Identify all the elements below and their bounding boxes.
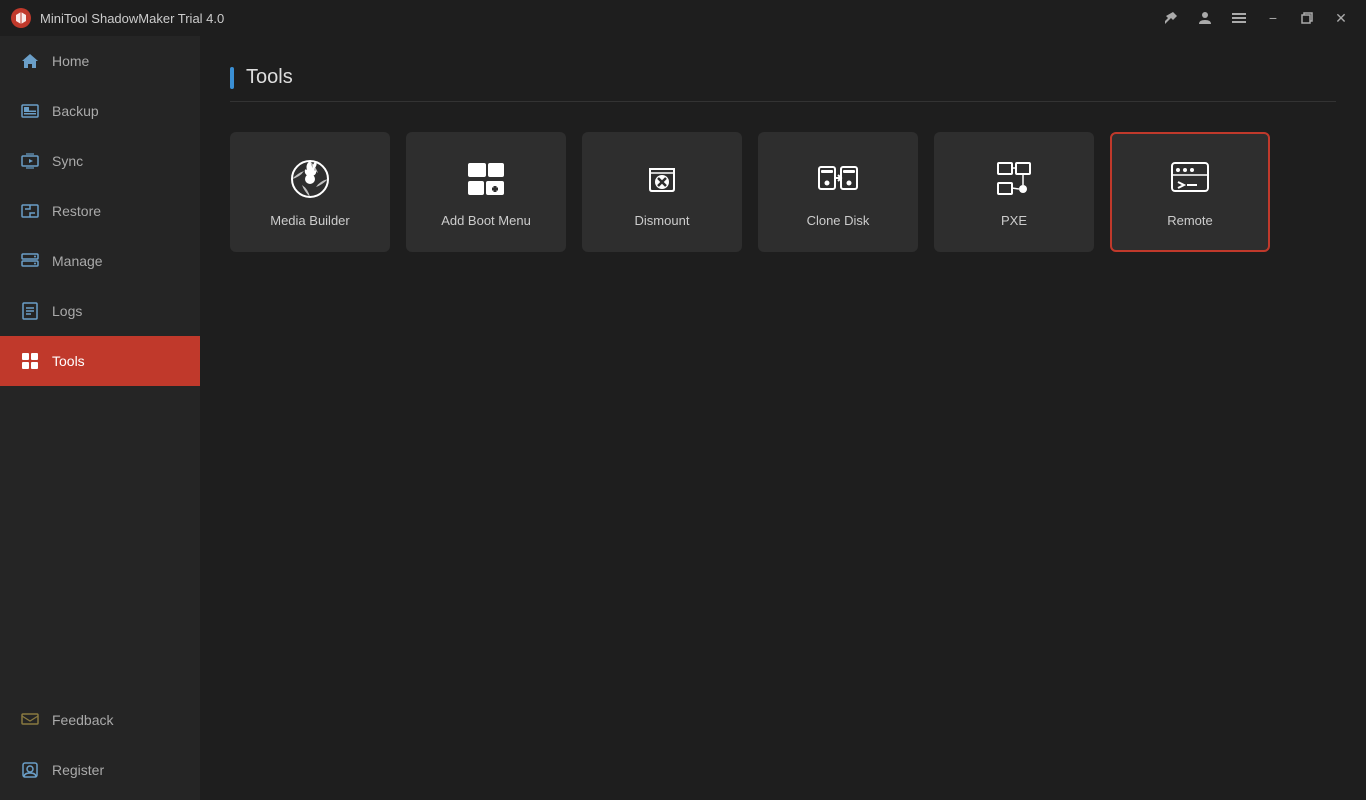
pin-button[interactable] xyxy=(1156,5,1186,31)
dismount-icon xyxy=(640,157,684,201)
tool-remote[interactable]: Remote xyxy=(1110,132,1270,252)
menu-button[interactable] xyxy=(1224,5,1254,31)
page-header: Tools xyxy=(230,66,1336,102)
sync-icon xyxy=(20,151,40,171)
clone-disk-icon xyxy=(816,157,860,201)
title-controls: − ✕ xyxy=(1156,5,1356,31)
feedback-icon xyxy=(20,710,40,730)
sidebar-item-manage[interactable]: Manage xyxy=(0,236,200,286)
sidebar-item-home[interactable]: Home xyxy=(0,36,200,86)
nav-spacer xyxy=(0,386,200,700)
titlebar: MiniTool ShadowMaker Trial 4.0 − xyxy=(0,0,1366,36)
tool-clone-disk[interactable]: Clone Disk xyxy=(758,132,918,252)
remote-icon xyxy=(1168,157,1212,201)
tools-icon xyxy=(20,351,40,371)
sidebar-label-feedback: Feedback xyxy=(52,712,113,728)
home-icon xyxy=(20,51,40,71)
register-icon xyxy=(20,760,40,780)
tool-label-pxe: PXE xyxy=(1001,213,1027,228)
media-builder-icon xyxy=(288,157,332,201)
tool-label-dismount: Dismount xyxy=(635,213,690,228)
add-boot-menu-icon xyxy=(464,157,508,201)
tool-media-builder[interactable]: Media Builder xyxy=(230,132,390,252)
sidebar-label-restore: Restore xyxy=(52,203,101,219)
sidebar-item-backup[interactable]: Backup xyxy=(0,86,200,136)
tool-label-clone-disk: Clone Disk xyxy=(807,213,870,228)
tool-pxe[interactable]: PXE xyxy=(934,132,1094,252)
tool-dismount[interactable]: Dismount xyxy=(582,132,742,252)
tools-grid: Media Builder Add Boot Menu xyxy=(230,132,1336,252)
sidebar-label-tools: Tools xyxy=(52,353,85,369)
minimize-button[interactable]: − xyxy=(1258,5,1288,31)
sidebar-item-feedback[interactable]: Feedback xyxy=(0,700,200,750)
app-title: MiniTool ShadowMaker Trial 4.0 xyxy=(40,11,1156,26)
tool-add-boot-menu[interactable]: Add Boot Menu xyxy=(406,132,566,252)
close-button[interactable]: ✕ xyxy=(1326,5,1356,31)
restore-icon xyxy=(20,201,40,221)
sidebar-label-register: Register xyxy=(52,762,104,778)
sidebar-item-register[interactable]: Register xyxy=(0,750,200,800)
sidebar-item-sync[interactable]: Sync xyxy=(0,136,200,186)
sidebar-item-logs[interactable]: Logs xyxy=(0,286,200,336)
tool-label-add-boot-menu: Add Boot Menu xyxy=(441,213,531,228)
sidebar-item-tools[interactable]: Tools xyxy=(0,336,200,386)
sidebar-label-backup: Backup xyxy=(52,103,99,119)
restore-button[interactable] xyxy=(1292,5,1322,31)
tool-label-media-builder: Media Builder xyxy=(270,213,350,228)
backup-icon xyxy=(20,101,40,121)
sidebar-label-manage: Manage xyxy=(52,253,103,269)
header-bar xyxy=(230,67,234,89)
pxe-icon xyxy=(992,157,1036,201)
sidebar-item-restore[interactable]: Restore xyxy=(0,186,200,236)
user-button[interactable] xyxy=(1190,5,1220,31)
sidebar-label-home: Home xyxy=(52,53,89,69)
logs-icon xyxy=(20,301,40,321)
content-area: Tools Media Builder xyxy=(200,36,1366,800)
sidebar-label-sync: Sync xyxy=(52,153,83,169)
sidebar-label-logs: Logs xyxy=(52,303,82,319)
page-title: Tools xyxy=(246,66,293,89)
sidebar: Home Backup xyxy=(0,36,200,800)
main-layout: Home Backup xyxy=(0,36,1366,800)
manage-icon xyxy=(20,251,40,271)
app-logo xyxy=(10,7,32,29)
tool-label-remote: Remote xyxy=(1167,213,1213,228)
